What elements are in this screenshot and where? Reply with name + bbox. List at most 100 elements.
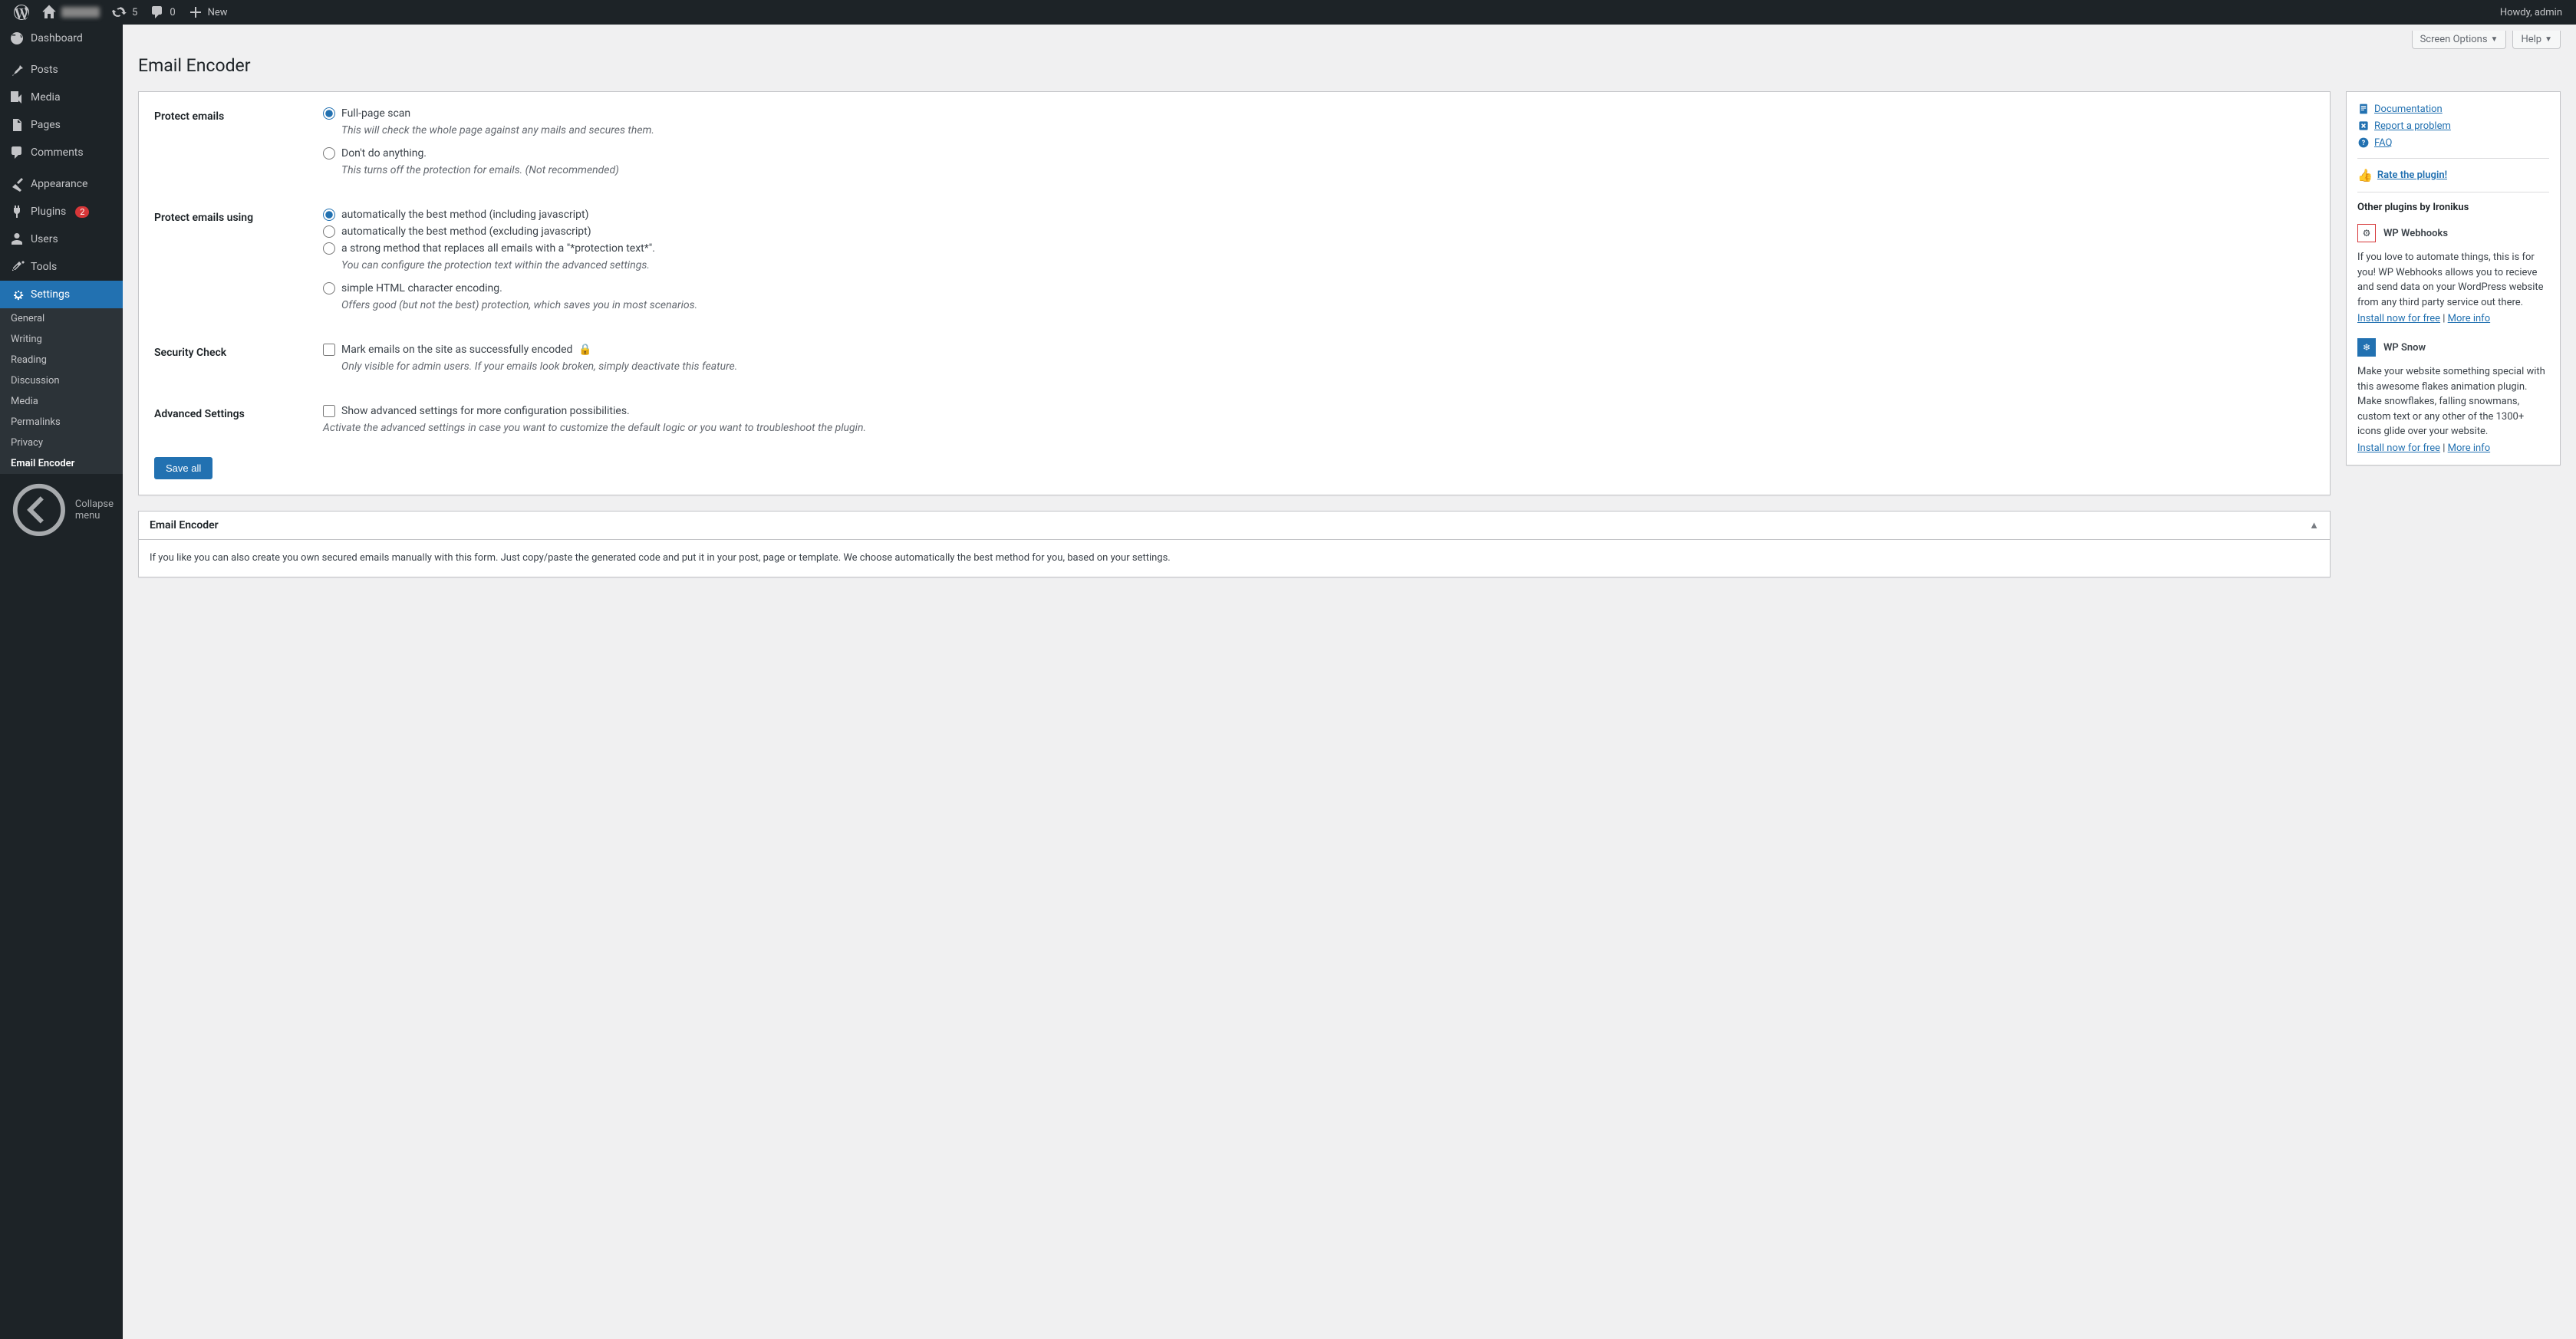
screen-options-label: Screen Options [2420, 34, 2488, 45]
help-tab[interactable]: Help ▼ [2512, 31, 2561, 49]
submenu-discussion[interactable]: Discussion [0, 370, 123, 391]
sidebar-label: Appearance [31, 178, 87, 190]
updates-count: 5 [132, 7, 137, 18]
save-button[interactable]: Save all [154, 457, 212, 479]
submenu-privacy[interactable]: Privacy [0, 433, 123, 453]
sidebar-item-dashboard[interactable]: Dashboard [0, 25, 123, 52]
sidebar-label: Plugins [31, 206, 66, 218]
security-check-checkbox-row[interactable]: Mark emails on the site as successfully … [323, 344, 2314, 356]
comment-icon [150, 5, 165, 20]
dashboard-icon [9, 31, 25, 46]
settings-panel: Protect emails Full-page scan This will … [138, 91, 2331, 495]
checkbox-label: Mark emails on the site as successfully … [341, 344, 572, 356]
submenu-reading[interactable]: Reading [0, 350, 123, 370]
option-desc: This turns off the protection for emails… [341, 164, 2314, 176]
more-info-link[interactable]: More info [2448, 442, 2490, 454]
protect-emails-full-scan[interactable]: Full-page scan [323, 107, 2314, 120]
plugin-name: WP Snow [2383, 342, 2426, 354]
submenu-permalinks[interactable]: Permalinks [0, 412, 123, 433]
radio-label: simple HTML character encoding. [341, 282, 502, 294]
users-icon [9, 232, 25, 247]
new-content[interactable]: New [182, 0, 234, 25]
advanced-checkbox[interactable] [323, 405, 335, 417]
radio-simple[interactable] [323, 282, 335, 294]
radio-label: Don't do anything. [341, 147, 427, 160]
sidebar-label: Users [31, 233, 58, 245]
updates[interactable]: 5 [106, 0, 143, 25]
admin-sidebar: Dashboard Posts Media Pages Comments App… [0, 25, 123, 1339]
report-link[interactable]: Report a problem [2374, 120, 2451, 132]
security-check-label: Security Check [154, 344, 323, 359]
radio-label: automatically the best method (including… [341, 209, 589, 221]
protect-using-auto-js[interactable]: automatically the best method (including… [323, 209, 2314, 221]
toggle-indicator[interactable]: ▲ [2309, 519, 2319, 531]
protect-using-auto-nojs[interactable]: automatically the best method (excluding… [323, 225, 2314, 238]
radio-none[interactable] [323, 147, 335, 160]
faq-icon: ? [2357, 137, 2370, 149]
option-desc: You can configure the protection text wi… [341, 259, 2314, 271]
option-desc: This will check the whole page against a… [341, 124, 2314, 137]
postbox-title: Email Encoder [150, 519, 219, 531]
media-icon [9, 90, 25, 105]
sidebar-item-users[interactable]: Users [0, 225, 123, 253]
option-desc: Activate the advanced settings in case y… [323, 422, 2314, 434]
protect-emails-none[interactable]: Don't do anything. [323, 147, 2314, 160]
sidebar-label: Settings [31, 288, 70, 301]
radio-auto-nojs[interactable] [323, 225, 335, 238]
screen-options-tab[interactable]: Screen Options ▼ [2412, 31, 2507, 49]
security-check-checkbox[interactable] [323, 344, 335, 356]
howdy-text: Howdy, admin [2500, 7, 2562, 18]
submenu-general[interactable]: General [0, 308, 123, 329]
wp-snow-icon: ❄ [2357, 338, 2376, 357]
radio-full-scan[interactable] [323, 107, 335, 120]
admin-bar: 5 0 New Howdy, admin [0, 0, 2576, 25]
more-info-link[interactable]: More info [2448, 313, 2490, 324]
radio-strong[interactable] [323, 242, 335, 255]
install-link[interactable]: Install now for free [2357, 313, 2440, 324]
sidebar-label: Dashboard [31, 32, 83, 44]
advanced-checkbox-row[interactable]: Show advanced settings for more configur… [323, 405, 2314, 417]
plugin-desc: If you love to automate things, this is … [2357, 250, 2549, 310]
documentation-link[interactable]: Documentation [2374, 104, 2443, 115]
sidebar-item-appearance[interactable]: Appearance [0, 170, 123, 198]
settings-icon [9, 287, 25, 302]
home-icon [41, 5, 57, 20]
protect-using-simple[interactable]: simple HTML character encoding. [323, 282, 2314, 294]
rate-link[interactable]: Rate the plugin! [2377, 169, 2447, 181]
my-account[interactable]: Howdy, admin [2494, 0, 2568, 25]
thumbs-up-icon: 👍 [2357, 168, 2373, 183]
submenu-writing[interactable]: Writing [0, 329, 123, 350]
comments-count: 0 [170, 7, 175, 18]
sidebar-item-pages[interactable]: Pages [0, 111, 123, 139]
plugin-name: WP Webhooks [2383, 228, 2448, 239]
sidebar-item-tools[interactable]: Tools [0, 253, 123, 281]
site-name-blurred [61, 7, 100, 18]
sidebar-label: Posts [31, 64, 58, 76]
site-home[interactable] [35, 0, 106, 25]
sidebar-item-settings[interactable]: Settings [0, 281, 123, 308]
protect-emails-label: Protect emails [154, 107, 323, 123]
checkbox-label: Show advanced settings for more configur… [341, 405, 630, 417]
sidebar-item-media[interactable]: Media [0, 84, 123, 111]
wp-logo[interactable] [8, 0, 35, 25]
side-panel: Documentation Report a problem ? FAQ 👍 R… [2346, 91, 2561, 466]
faq-link[interactable]: FAQ [2374, 137, 2392, 149]
sidebar-label: Media [31, 91, 61, 104]
collapse-label: Collapse menu [75, 498, 114, 521]
appearance-icon [9, 176, 25, 192]
collapse-menu[interactable]: Collapse menu [0, 474, 123, 546]
comments[interactable]: 0 [143, 0, 181, 25]
sidebar-item-comments[interactable]: Comments [0, 139, 123, 166]
wordpress-icon [14, 5, 29, 20]
plus-icon [188, 5, 203, 20]
radio-auto-js[interactable] [323, 209, 335, 221]
protect-using-strong[interactable]: a strong method that replaces all emails… [323, 242, 2314, 255]
submenu-media[interactable]: Media [0, 391, 123, 412]
lock-icon: 🔒 [578, 344, 591, 356]
wp-webhooks-icon: ⚙ [2357, 224, 2376, 242]
submenu-email-encoder[interactable]: Email Encoder [0, 453, 123, 474]
sidebar-item-plugins[interactable]: Plugins 2 [0, 198, 123, 225]
sidebar-item-posts[interactable]: Posts [0, 56, 123, 84]
protect-using-label: Protect emails using [154, 209, 323, 224]
install-link[interactable]: Install now for free [2357, 442, 2440, 454]
